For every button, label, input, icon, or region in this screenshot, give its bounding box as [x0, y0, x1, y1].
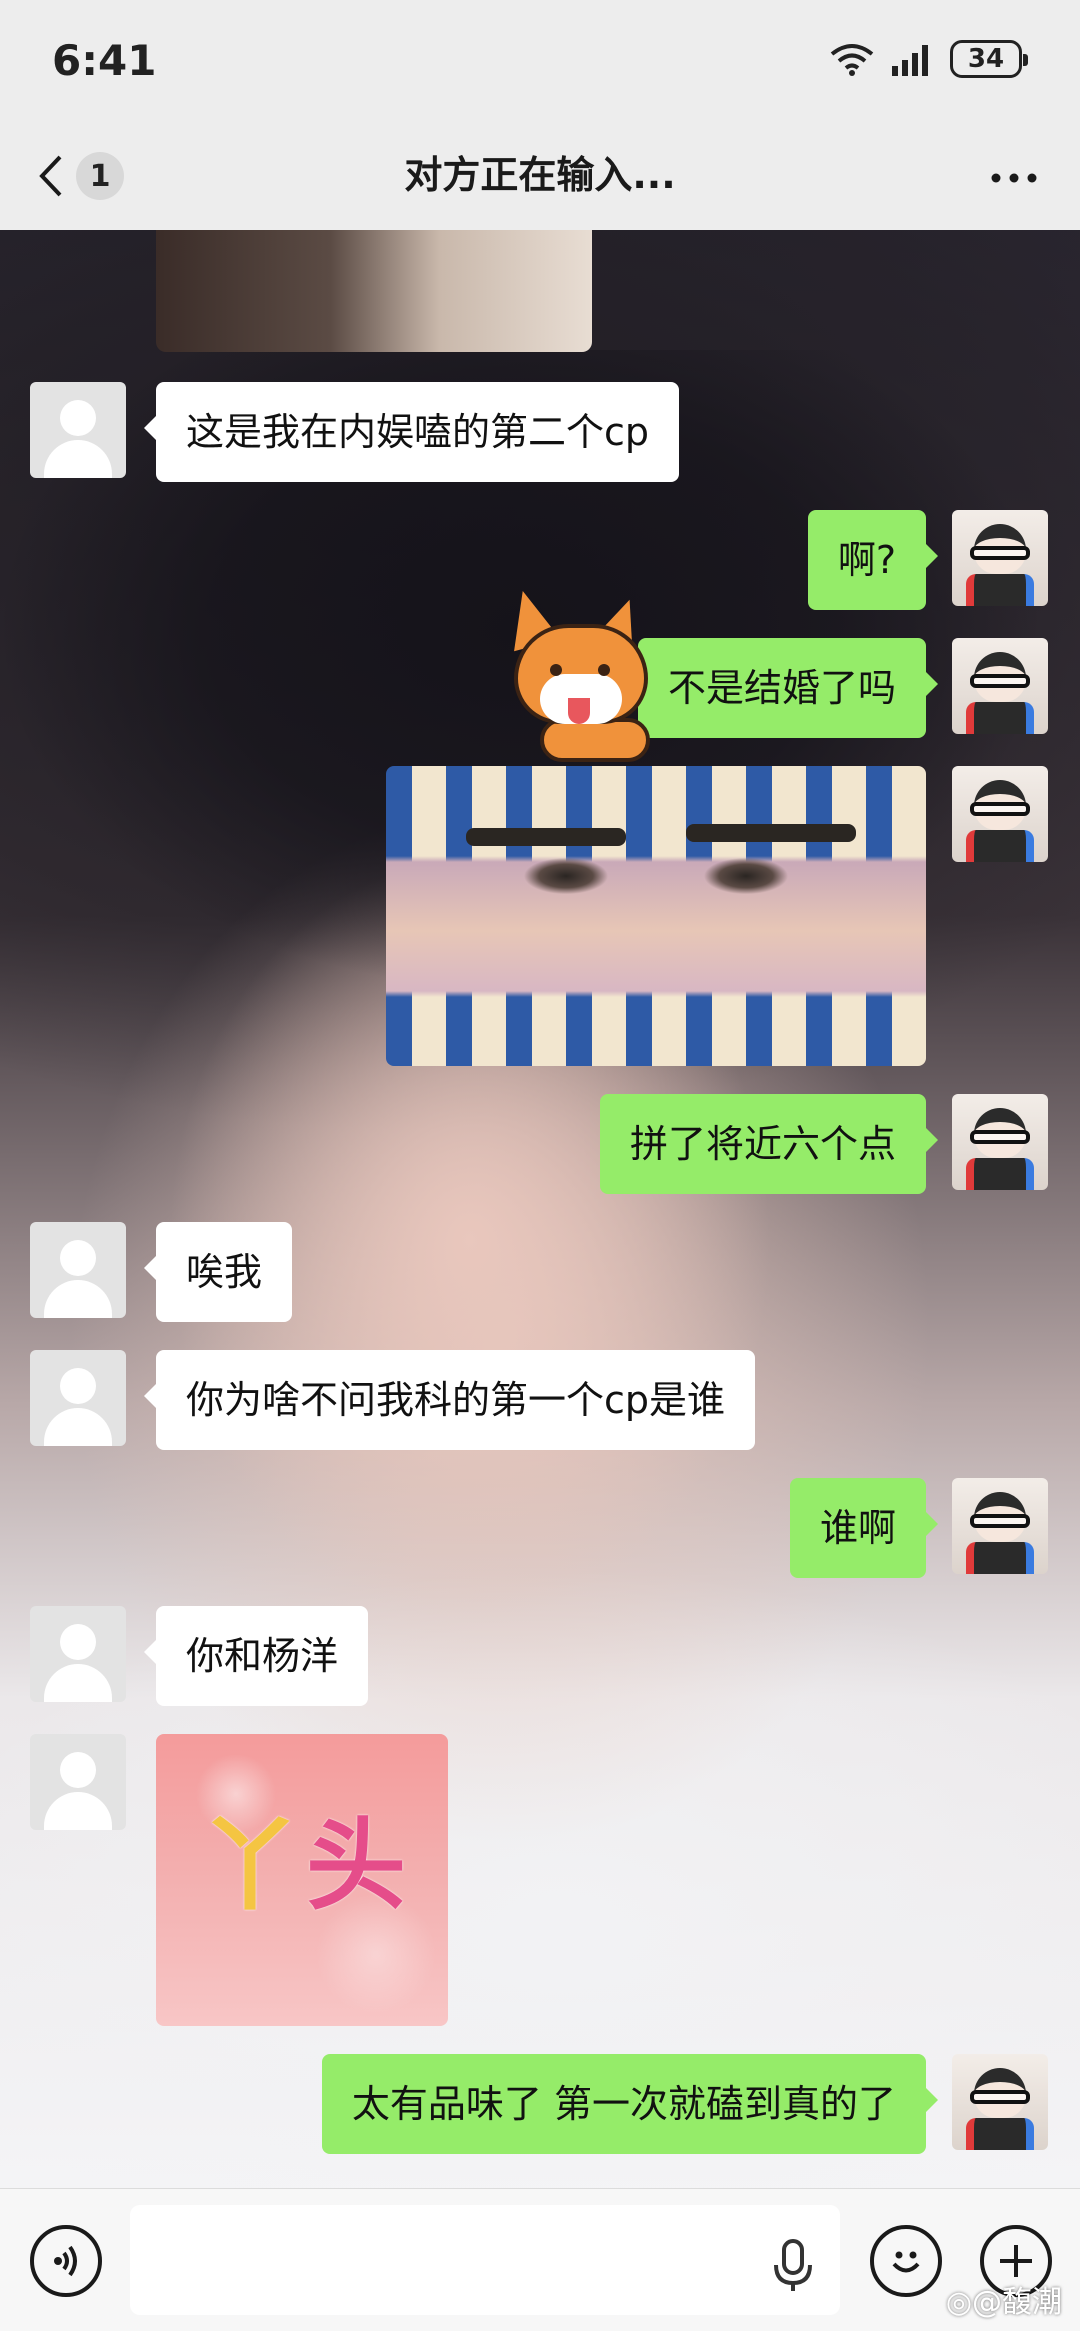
more-dots-icon	[991, 173, 1037, 183]
avatar[interactable]	[952, 638, 1048, 734]
avatar[interactable]	[952, 766, 1048, 862]
status-time: 6:41	[52, 36, 157, 85]
message-bubble[interactable]: 不是结婚了吗	[637, 638, 939, 738]
status-bar: 6:41 34	[0, 0, 1080, 120]
signal-icon	[892, 45, 928, 76]
plus-icon	[1000, 2245, 1032, 2277]
message-bubble[interactable]: 你为啥不问我科的第一个cp是谁	[143, 1350, 756, 1450]
input-bar: ◎@馥潮	[0, 2188, 1080, 2331]
image-message[interactable]	[386, 766, 926, 1066]
avatar[interactable]	[30, 382, 126, 478]
avatar[interactable]	[952, 1094, 1048, 1190]
message-input[interactable]	[130, 2205, 840, 2315]
avatar[interactable]	[30, 1606, 126, 1702]
chat-messages-area[interactable]: 这是我在内娱嗑的第二个cp 啊? 不是结婚了吗 拼了将近六个点 唉我 你为啥不问…	[0, 230, 1080, 2188]
avatar[interactable]	[952, 1478, 1048, 1574]
voice-toggle-button[interactable]	[30, 2225, 102, 2297]
more-button[interactable]	[984, 148, 1044, 208]
chat-title: 对方正在输入...	[404, 153, 676, 197]
avatar[interactable]	[30, 1350, 126, 1446]
message-bubble[interactable]: 啊?	[807, 510, 939, 610]
corgi-sticker[interactable]	[499, 580, 680, 762]
watermark: ◎@馥潮	[945, 2285, 1062, 2320]
voice-icon	[54, 2245, 77, 2277]
microphone-icon[interactable]	[770, 2239, 816, 2293]
image-message[interactable]: 丫头	[156, 1734, 448, 2026]
chat-header: 1 对方正在输入...	[0, 120, 1080, 230]
message-bubble[interactable]: 你和杨洋	[143, 1606, 369, 1706]
wifi-icon	[830, 44, 874, 76]
avatar[interactable]	[952, 2054, 1048, 2150]
message-bubble[interactable]: 拼了将近六个点	[599, 1094, 939, 1194]
message-bubble[interactable]: 这是我在内娱嗑的第二个cp	[143, 382, 680, 482]
message-bubble[interactable]: 谁啊	[789, 1478, 939, 1578]
message-bubble[interactable]: 太有品味了 第一次就磕到真的了	[321, 2054, 939, 2154]
emoji-button[interactable]	[870, 2225, 942, 2297]
smile-icon	[892, 2251, 920, 2273]
avatar[interactable]	[952, 510, 1048, 606]
status-icons: 34	[830, 40, 1028, 78]
message-bubble[interactable]: 唉我	[143, 1222, 293, 1322]
avatar[interactable]	[30, 1734, 126, 1830]
image-text: 丫头	[200, 1807, 412, 1924]
avatar[interactable]	[30, 1222, 126, 1318]
image-message-partial[interactable]	[156, 230, 592, 352]
battery-indicator: 34	[950, 40, 1028, 78]
